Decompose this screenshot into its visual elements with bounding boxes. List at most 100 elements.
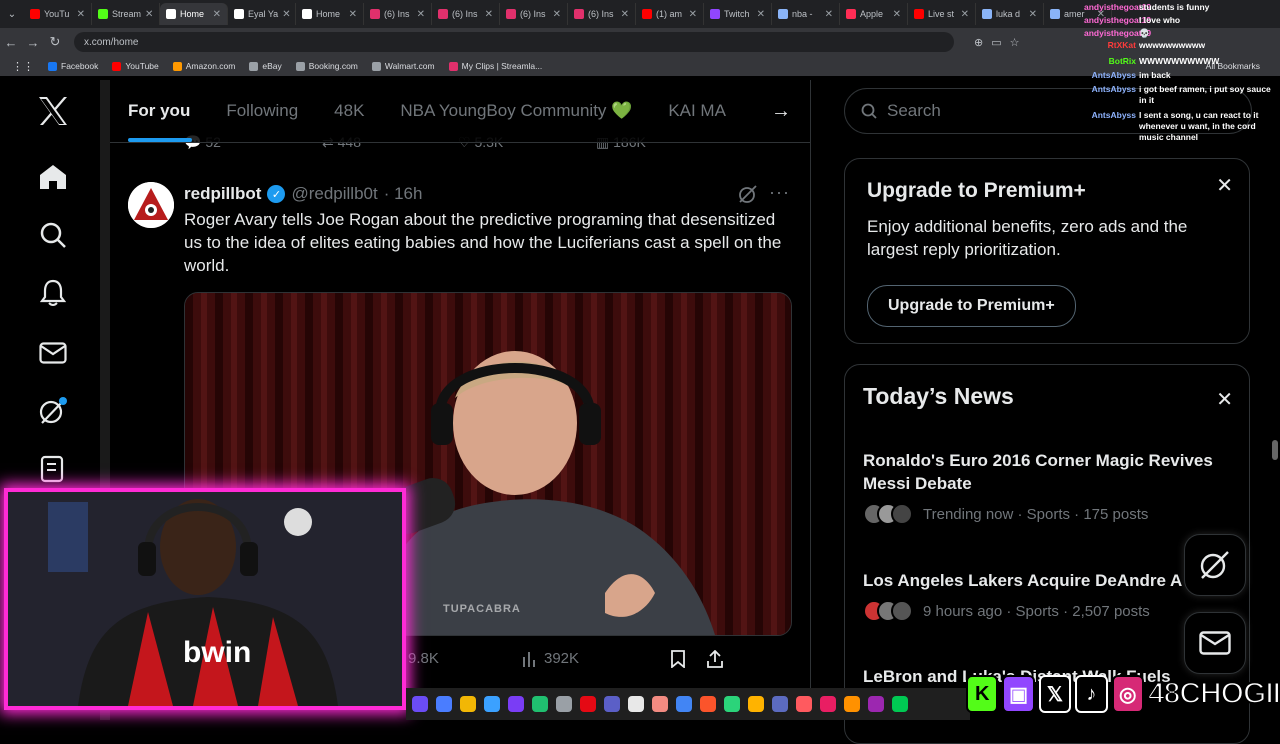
close-tab-icon[interactable]: ✕	[1029, 9, 1037, 20]
chat-username: andyisthegoat19	[1084, 2, 1152, 12]
close-icon[interactable]: ✕	[1216, 173, 1233, 198]
taskbar-app-icon[interactable]	[700, 696, 716, 712]
close-icon[interactable]: ✕	[1216, 387, 1233, 412]
apps-icon[interactable]: ⋮⋮	[12, 60, 34, 73]
taskbar-app-icon[interactable]	[460, 696, 476, 712]
scrollbar-thumb[interactable]	[1272, 440, 1278, 460]
close-tab-icon[interactable]: ✕	[825, 9, 833, 20]
tab-title: (1) am	[656, 9, 683, 19]
close-tab-icon[interactable]: ✕	[349, 9, 357, 20]
reload-icon[interactable]: ↻	[44, 34, 66, 50]
tweet-time[interactable]: · 16h	[384, 184, 423, 204]
tab-for-you[interactable]: For you	[110, 80, 208, 142]
news-item[interactable]: Los Angeles Lakers Acquire DeAndre A 9 h…	[863, 569, 1233, 622]
messages-floating-button[interactable]	[1184, 612, 1246, 674]
back-icon[interactable]: ←	[0, 35, 22, 50]
close-tab-icon[interactable]: ✕	[961, 9, 969, 20]
browser-tab[interactable]: Eyal Ya ✕	[228, 3, 296, 25]
bookmark-item[interactable]: Facebook	[48, 61, 98, 71]
forward-icon[interactable]: →	[22, 35, 44, 50]
close-tab-icon[interactable]: ✕	[282, 9, 290, 20]
close-tab-icon[interactable]: ✕	[213, 9, 221, 20]
views-button[interactable]: 392K	[522, 650, 579, 667]
close-tab-icon[interactable]: ✕	[757, 9, 765, 20]
lists-icon[interactable]	[36, 452, 70, 486]
taskbar-app-icon[interactable]	[724, 696, 740, 712]
tab-nba-youngboy-community[interactable]: NBA YoungBoy Community 💚	[382, 80, 650, 142]
tab-following[interactable]: Following	[208, 80, 316, 142]
author-name[interactable]: redpillbot	[184, 184, 261, 204]
taskbar-app-icon[interactable]	[508, 696, 524, 712]
browser-tab[interactable]: Home ✕	[160, 3, 228, 25]
news-item[interactable]: Ronaldo's Euro 2016 Corner Magic Revives…	[863, 449, 1233, 525]
browser-tab[interactable]: (6) Ins ✕	[500, 3, 568, 25]
taskbar-app-icon[interactable]	[412, 696, 428, 712]
taskbar-app-icon[interactable]	[604, 696, 620, 712]
tab-favicon-icon	[642, 9, 652, 19]
bookmark-icon[interactable]	[670, 650, 686, 668]
browser-tab[interactable]: (6) Ins ✕	[432, 3, 500, 25]
address-bar[interactable]: x.com/home	[74, 32, 954, 52]
taskbar-app-icon[interactable]	[628, 696, 644, 712]
taskbar-app-icon[interactable]	[748, 696, 764, 712]
browser-tab[interactable]: Home ✕	[296, 3, 364, 25]
browser-tab[interactable]: (6) Ins ✕	[364, 3, 432, 25]
grok-explain-icon[interactable]	[738, 184, 758, 209]
taskbar-app-icon[interactable]	[556, 696, 572, 712]
tab-kai-ma[interactable]: KAI MA	[650, 80, 744, 142]
taskbar-app-icon[interactable]	[820, 696, 836, 712]
close-tab-icon[interactable]: ✕	[485, 9, 493, 20]
zoom-icon[interactable]: ⊕	[974, 36, 983, 49]
bookmark-item[interactable]: Booking.com	[295, 61, 358, 71]
taskbar-app-icon[interactable]	[796, 696, 812, 712]
notifications-bell-icon[interactable]	[36, 276, 70, 310]
close-tab-icon[interactable]: ✕	[77, 9, 85, 20]
browser-tab[interactable]: Stream ✕	[92, 3, 160, 25]
bookmark-star-icon[interactable]: ☆	[1010, 36, 1020, 49]
cast-icon[interactable]: ▭	[991, 36, 1001, 49]
grok-floating-button[interactable]	[1184, 534, 1246, 596]
bookmark-item[interactable]: eBay	[249, 61, 282, 71]
bookmark-item[interactable]: Walmart.com	[371, 61, 435, 71]
tab-search-icon[interactable]: ⌄	[0, 9, 24, 20]
close-tab-icon[interactable]: ✕	[553, 9, 561, 20]
taskbar-app-icon[interactable]	[676, 696, 692, 712]
browser-tab[interactable]: luka d ✕	[976, 3, 1044, 25]
browser-tab[interactable]: Twitch ✕	[704, 3, 772, 25]
bookmark-item[interactable]: YouTube	[112, 61, 159, 71]
more-options-icon[interactable]: ···	[769, 182, 790, 203]
upgrade-premium-button[interactable]: Upgrade to Premium+	[867, 285, 1076, 327]
close-tab-icon[interactable]: ✕	[145, 9, 153, 20]
browser-tab[interactable]: nba - ✕	[772, 3, 840, 25]
taskbar-app-icon[interactable]	[844, 696, 860, 712]
messages-envelope-icon[interactable]	[36, 336, 70, 370]
browser-tab[interactable]: Live st ✕	[908, 3, 976, 25]
taskbar-app-icon[interactable]	[484, 696, 500, 712]
scroll-tabs-right-icon[interactable]: →	[764, 94, 798, 128]
bookmark-item[interactable]: Amazon.com	[172, 61, 235, 71]
x-logo-icon[interactable]	[36, 94, 70, 128]
close-tab-icon[interactable]: ✕	[689, 9, 697, 20]
taskbar-app-icon[interactable]	[652, 696, 668, 712]
browser-tab[interactable]: Apple ✕	[840, 3, 908, 25]
close-tab-icon[interactable]: ✕	[417, 9, 425, 20]
browser-tab[interactable]: YouTu ✕	[24, 3, 92, 25]
taskbar-app-icon[interactable]	[532, 696, 548, 712]
taskbar-app-icon[interactable]	[580, 696, 596, 712]
browser-tab[interactable]: (1) am ✕	[636, 3, 704, 25]
taskbar-app-icon[interactable]	[892, 696, 908, 712]
home-icon[interactable]	[36, 160, 70, 194]
grok-icon[interactable]	[36, 394, 70, 428]
search-icon[interactable]	[36, 218, 70, 252]
author-handle[interactable]: @redpillb0t	[291, 184, 377, 204]
close-tab-icon[interactable]: ✕	[621, 9, 629, 20]
tab-48k[interactable]: 48K	[316, 80, 382, 142]
close-tab-icon[interactable]: ✕	[893, 9, 901, 20]
bookmark-item[interactable]: My Clips | Streamla...	[448, 61, 542, 71]
avatar[interactable]	[128, 182, 174, 228]
browser-tab[interactable]: (6) Ins ✕	[568, 3, 636, 25]
taskbar-app-icon[interactable]	[436, 696, 452, 712]
taskbar-app-icon[interactable]	[868, 696, 884, 712]
taskbar-app-icon[interactable]	[772, 696, 788, 712]
share-icon[interactable]	[706, 650, 724, 668]
